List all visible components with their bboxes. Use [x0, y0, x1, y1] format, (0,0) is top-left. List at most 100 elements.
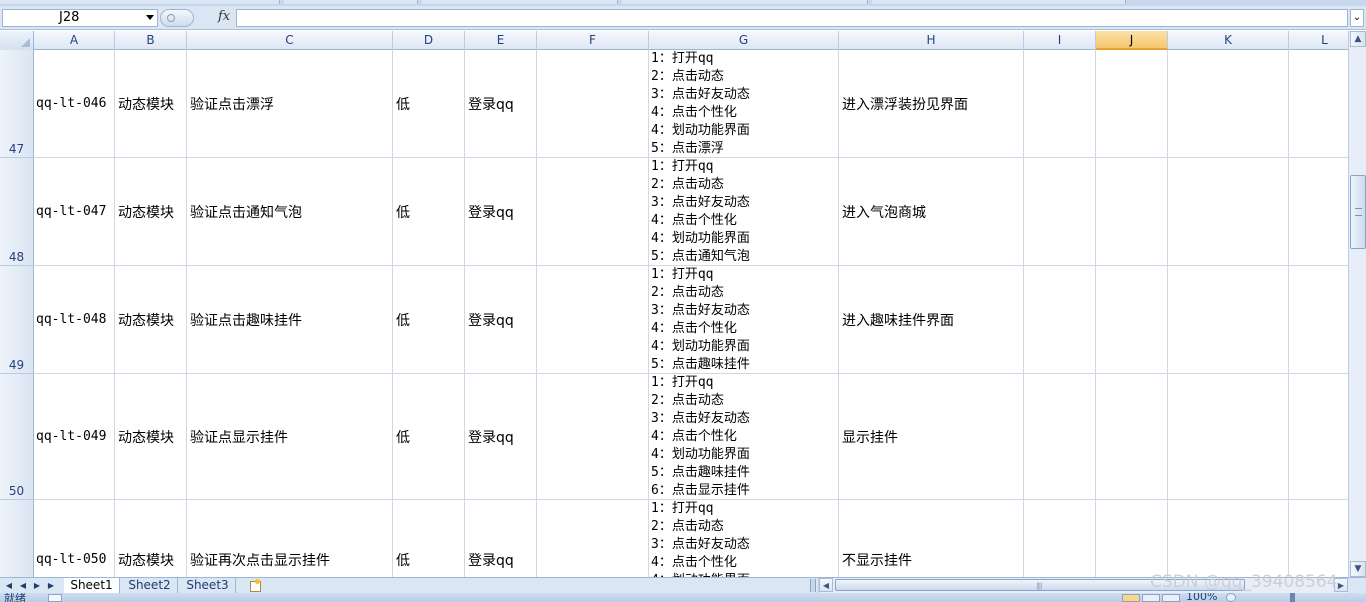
zoom-out-icon[interactable] — [1226, 593, 1236, 602]
formula-input[interactable] — [236, 9, 1348, 27]
cell-empty[interactable] — [1289, 266, 1348, 374]
name-box[interactable]: J28 — [2, 9, 158, 27]
cell-c[interactable]: 验证点击通知气泡 — [187, 158, 393, 266]
cell-e[interactable]: 登录qq — [465, 266, 537, 374]
sheet-tab-3[interactable]: Sheet3 — [180, 578, 236, 593]
column-header-h[interactable]: H — [839, 31, 1024, 50]
column-header-k[interactable]: K — [1168, 31, 1289, 50]
cell-empty[interactable] — [1289, 500, 1348, 577]
cell-empty[interactable] — [1168, 374, 1289, 500]
page-layout-view-button[interactable] — [1142, 594, 1160, 602]
cell-f[interactable] — [537, 374, 649, 500]
cell-empty[interactable] — [1168, 50, 1289, 158]
column-header-e[interactable]: E — [465, 31, 537, 50]
cell-a[interactable]: qq-lt-046 — [34, 50, 115, 158]
column-header-f[interactable]: F — [537, 31, 649, 50]
cell-d[interactable]: 低 — [393, 50, 465, 158]
vertical-scroll-thumb[interactable] — [1350, 175, 1366, 249]
cell-empty[interactable] — [1289, 374, 1348, 500]
cell-g-steps[interactable]: 1：打开qq 2：点击动态 3：点击好友动态 4：点击个性化 4：划动功能界面 5：点击趣… — [649, 266, 839, 374]
cell-empty[interactable] — [1096, 500, 1168, 577]
cell-empty[interactable] — [1024, 50, 1096, 158]
worksheet-grid[interactable]: 47 qq-lt-046 动态模块 验证点击漂浮低登录qq 1：打开qq 2：点击动态 3：… — [0, 50, 1348, 577]
vertical-scrollbar[interactable]: ▲ ▼ — [1348, 31, 1366, 577]
last-sheet-icon[interactable]: ▶ — [44, 579, 58, 592]
cell-a[interactable]: qq-lt-047 — [34, 158, 115, 266]
expand-formula-bar-button[interactable]: ⌄ — [1350, 9, 1364, 27]
insert-sheet-icon[interactable] — [246, 579, 264, 592]
cell-d[interactable]: 低 — [393, 158, 465, 266]
cell-e[interactable]: 登录qq — [465, 50, 537, 158]
cell-b[interactable]: 动态模块 — [115, 50, 187, 158]
cell-e[interactable]: 登录qq — [465, 500, 537, 577]
chevron-down-icon[interactable] — [146, 15, 154, 20]
insert-function-button[interactable]: fx — [218, 9, 230, 24]
tab-split-handle[interactable] — [810, 579, 816, 592]
cell-c[interactable]: 验证点击趣味挂件 — [187, 266, 393, 374]
cell-d[interactable]: 低 — [393, 500, 465, 577]
column-header-i[interactable]: I — [1024, 31, 1096, 50]
cell-b[interactable]: 动态模块 — [115, 158, 187, 266]
cell-h[interactable]: 显示挂件 — [839, 374, 1024, 500]
cell-empty[interactable] — [1024, 500, 1096, 577]
row-header[interactable]: 50 — [0, 374, 34, 500]
sheet-tab-2[interactable]: Sheet2 — [122, 578, 178, 593]
cell-d[interactable]: 低 — [393, 266, 465, 374]
cell-c[interactable]: 验证点显示挂件 — [187, 374, 393, 500]
cell-empty[interactable] — [1168, 158, 1289, 266]
column-header-c[interactable]: C — [187, 31, 393, 50]
cell-empty[interactable] — [1289, 158, 1348, 266]
cell-d[interactable]: 低 — [393, 374, 465, 500]
cell-b[interactable]: 动态模块 — [115, 374, 187, 500]
cell-f[interactable] — [537, 266, 649, 374]
cell-empty[interactable] — [1096, 158, 1168, 266]
cell-g-steps[interactable]: 1：打开qq 2：点击动态 3：点击好友动态 4：点击个性化 4：划动功能界面 5：点击漂… — [649, 50, 839, 158]
cell-empty[interactable] — [1096, 266, 1168, 374]
cell-f[interactable] — [537, 500, 649, 577]
cell-empty[interactable] — [1024, 158, 1096, 266]
cell-empty[interactable] — [1289, 50, 1348, 158]
cell-a[interactable]: qq-lt-049 — [34, 374, 115, 500]
page-break-view-button[interactable] — [1162, 594, 1180, 602]
cell-empty[interactable] — [1024, 374, 1096, 500]
cell-h[interactable]: 进入趣味挂件界面 — [839, 266, 1024, 374]
row-header[interactable]: 49 — [0, 266, 34, 374]
cell-h[interactable]: 进入漂浮装扮见界面 — [839, 50, 1024, 158]
cell-b[interactable]: 动态模块 — [115, 500, 187, 577]
cell-a[interactable]: qq-lt-048 — [34, 266, 115, 374]
cell-g-steps[interactable]: 1：打开qq2：点击动态3：点击好友动态4：点击个性化4：划动功能界面 — [649, 500, 839, 577]
cancel-enter-icon[interactable] — [160, 9, 194, 27]
row-header[interactable] — [0, 500, 34, 577]
scroll-down-icon[interactable]: ▼ — [1350, 561, 1366, 577]
column-header-j[interactable]: J — [1096, 31, 1168, 50]
select-all-button[interactable] — [0, 31, 34, 50]
cell-f[interactable] — [537, 158, 649, 266]
column-header-b[interactable]: B — [115, 31, 187, 50]
zoom-slider-thumb[interactable] — [1290, 593, 1295, 602]
row-header[interactable]: 48 — [0, 158, 34, 266]
sheet-tab-1[interactable]: Sheet1 — [64, 578, 120, 593]
column-header-d[interactable]: D — [393, 31, 465, 50]
cell-c[interactable]: 验证点击漂浮 — [187, 50, 393, 158]
prev-sheet-icon[interactable]: ◀ — [16, 579, 30, 592]
scroll-left-icon[interactable]: ◀ — [819, 578, 833, 592]
column-header-g[interactable]: G — [649, 31, 839, 50]
cell-g-steps[interactable]: 1：打开qq 2：点击动态 3：点击好友动态 4：点击个性化 4：划动功能界面 5：点击通… — [649, 158, 839, 266]
cell-a[interactable]: qq-lt-050 — [34, 500, 115, 577]
cell-e[interactable]: 登录qq — [465, 158, 537, 266]
cell-e[interactable]: 登录qq — [465, 374, 537, 500]
normal-view-button[interactable] — [1122, 594, 1140, 602]
column-header-a[interactable]: A — [34, 31, 115, 50]
cell-b[interactable]: 动态模块 — [115, 266, 187, 374]
cell-empty[interactable] — [1168, 500, 1289, 577]
cell-h[interactable]: 不显示挂件 — [839, 500, 1024, 577]
cell-h[interactable]: 进入气泡商城 — [839, 158, 1024, 266]
zoom-level[interactable]: 100% — [1186, 593, 1217, 602]
cell-g-steps[interactable]: 1：打开qq 2：点击动态 3：点击好友动态 4：点击个性化 4：划动功能界面 5：点击趣… — [649, 374, 839, 500]
first-sheet-icon[interactable]: ◀ — [2, 579, 16, 592]
macro-record-icon[interactable] — [48, 594, 62, 602]
row-header[interactable]: 47 — [0, 50, 34, 158]
cell-f[interactable] — [537, 50, 649, 158]
cell-empty[interactable] — [1096, 50, 1168, 158]
cell-c[interactable]: 验证再次点击显示挂件 — [187, 500, 393, 577]
